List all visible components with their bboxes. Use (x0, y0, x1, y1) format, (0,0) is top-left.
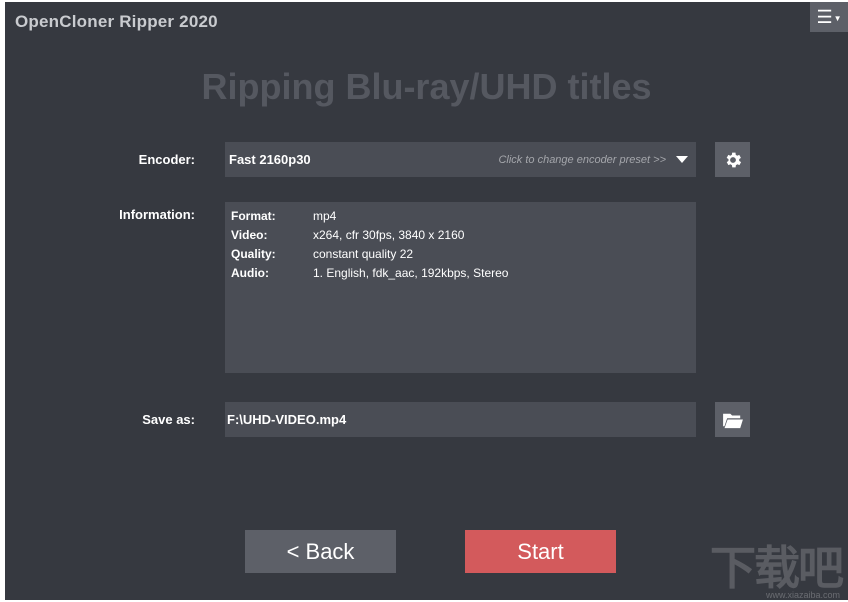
app-window: OpenCloner Ripper 2020 ☰ ▼ Ripping Blu-ra… (5, 2, 848, 600)
information-label: Information: (119, 207, 195, 222)
info-value: mp4 (313, 209, 337, 223)
menu-button[interactable]: ☰ ▼ (810, 2, 848, 32)
caret-down-icon: ▼ (833, 13, 842, 23)
encoder-preset-value: Fast 2160p30 (229, 152, 311, 167)
info-key: Audio: (231, 266, 269, 280)
encoder-preset-hint: Click to change encoder preset >> (498, 153, 666, 166)
hamburger-menu-icon: ☰ (816, 6, 833, 27)
dropdown-arrow-icon (676, 156, 688, 163)
start-button[interactable]: Start (465, 530, 616, 573)
info-key: Quality: (231, 247, 276, 261)
info-key: Format: (231, 209, 276, 223)
app-title: OpenCloner Ripper 2020 (15, 12, 218, 31)
back-button[interactable]: < Back (245, 530, 396, 573)
info-key: Video: (231, 228, 268, 242)
info-value: x264, cfr 30fps, 3840 x 2160 (313, 228, 465, 242)
browse-folder-button[interactable] (715, 402, 750, 437)
watermark-logo: 下载吧 (710, 541, 844, 595)
info-value: 1. English, fdk_aac, 192kbps, Stereo (313, 266, 509, 280)
save-as-label: Save as: (142, 412, 195, 427)
encoder-preset-select[interactable]: Fast 2160p30 Click to change encoder pre… (225, 142, 696, 177)
encoder-label: Encoder: (138, 152, 195, 167)
encoder-settings-button[interactable] (715, 142, 750, 177)
information-panel: Format: mp4 Video: x264, cfr 30fps, 3840… (225, 202, 696, 373)
save-as-input[interactable] (227, 412, 687, 427)
folder-open-icon (722, 413, 743, 428)
page-heading: Ripping Blu-ray/UHD titles (201, 66, 652, 107)
watermark-url: www.xiazaiba.com (765, 590, 840, 600)
save-as-field[interactable] (225, 402, 696, 437)
gear-icon (726, 152, 741, 167)
info-value: constant quality 22 (313, 247, 414, 261)
